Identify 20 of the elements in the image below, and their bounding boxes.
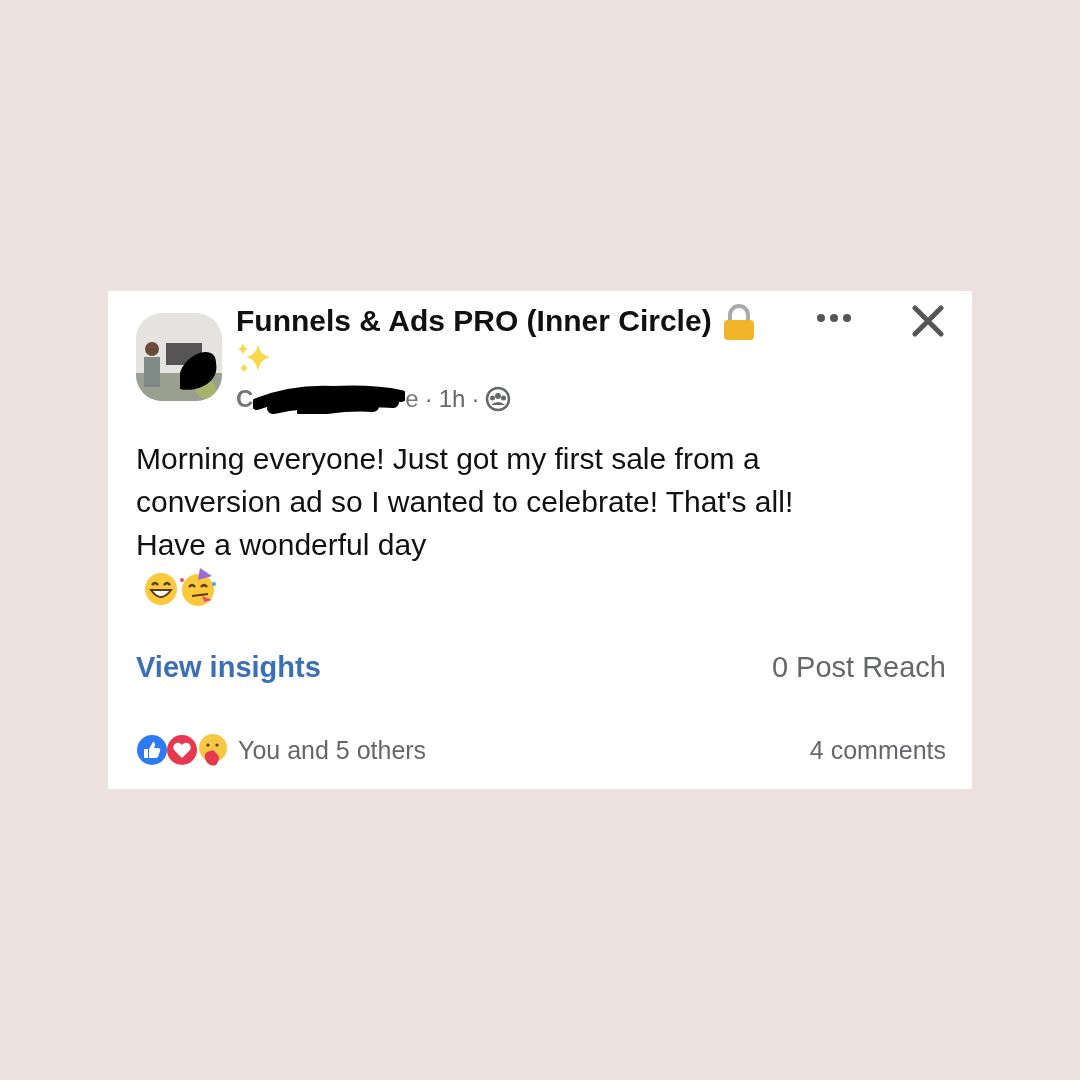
post-body: Morning everyone! Just got my first sale from a conversion ad so I wanted to celebrate! That's all! Have a wonderful day bbox=[136, 441, 795, 563]
close-icon[interactable] bbox=[912, 305, 944, 337]
separator: · bbox=[471, 384, 480, 414]
lock-icon bbox=[721, 303, 756, 341]
group-members-icon bbox=[485, 386, 512, 412]
group-title[interactable]: Funnels & Ads PRO (Inner Circle) bbox=[236, 303, 712, 339]
grinning-face-icon bbox=[144, 572, 178, 606]
care-reaction-icon bbox=[196, 733, 230, 768]
separator: · bbox=[424, 384, 433, 414]
like-reaction-icon bbox=[136, 734, 168, 767]
love-reaction-icon bbox=[166, 734, 198, 767]
reactions-summary[interactable]: You and 5 others bbox=[238, 731, 427, 769]
post-time: 1h bbox=[438, 384, 466, 414]
comments-count[interactable]: 4 comments bbox=[809, 731, 946, 769]
view-insights-link[interactable]: View insights bbox=[136, 646, 321, 690]
party-face-icon bbox=[178, 566, 218, 608]
more-icon[interactable] bbox=[816, 313, 852, 323]
author-name-start: C bbox=[236, 384, 254, 414]
post-reach: 0 Post Reach bbox=[771, 650, 946, 685]
author-name-end: e bbox=[405, 384, 419, 414]
